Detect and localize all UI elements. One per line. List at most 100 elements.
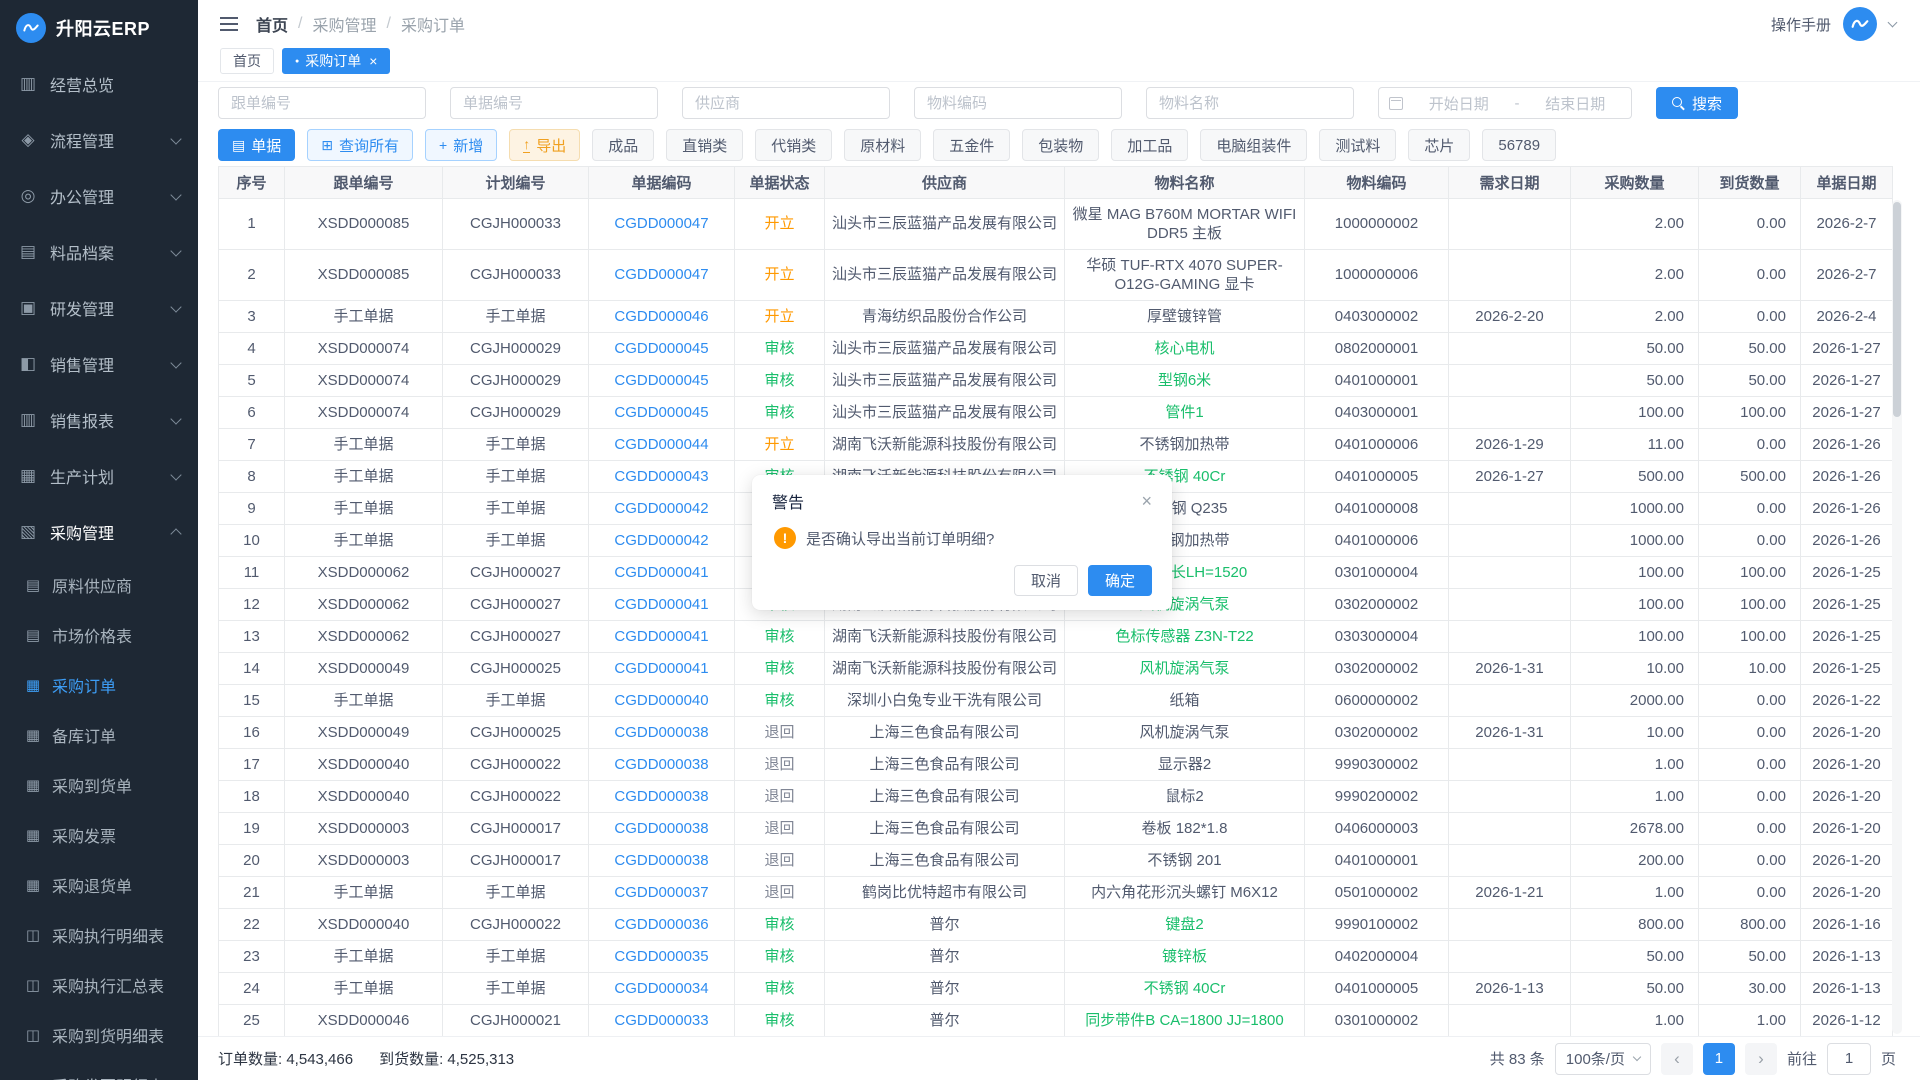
sidebar-subitem-purchase-invoice[interactable]: ▦采购发票: [0, 810, 198, 860]
doc-code-link[interactable]: CGDD000037: [589, 877, 735, 909]
table-row[interactable]: 21手工单据手工单据CGDD000037退回鹤岗比优特超市有限公司内六角花形沉头…: [219, 877, 1893, 909]
sidebar-item-sales-report[interactable]: ▥销售报表: [0, 392, 198, 448]
sidebar-item-materials[interactable]: ▤料品档案: [0, 224, 198, 280]
doc-code-link[interactable]: CGDD000045: [589, 397, 735, 429]
sidebar-subitem-purchase-orders[interactable]: ▦采购订单: [0, 660, 198, 710]
material-code-input[interactable]: [914, 87, 1122, 119]
breadcrumb-home[interactable]: 首页: [256, 12, 288, 36]
close-tab-icon[interactable]: ×: [369, 53, 377, 69]
category-tag[interactable]: 加工品: [1111, 129, 1188, 161]
doc-code-link[interactable]: CGDD000041: [589, 589, 735, 621]
table-row[interactable]: 13XSDD000062CGJH000027CGDD000041审核湖南飞沃新能…: [219, 621, 1893, 653]
doc-code-link[interactable]: CGDD000034: [589, 973, 735, 1005]
page-size-select[interactable]: 100条/页: [1555, 1043, 1651, 1075]
table-row[interactable]: 1XSDD000085CGJH000033CGDD000047开立汕头市三辰蓝猫…: [219, 199, 1893, 250]
query-all-button[interactable]: ⊞ 查询所有: [307, 129, 413, 161]
doc-code-link[interactable]: CGDD000038: [589, 717, 735, 749]
doc-code-link[interactable]: CGDD000043: [589, 461, 735, 493]
search-button[interactable]: 搜索: [1656, 87, 1738, 119]
doc-code-link[interactable]: CGDD000041: [589, 621, 735, 653]
table-scrollbar[interactable]: [1892, 200, 1902, 1034]
tab-home[interactable]: 首页: [220, 48, 274, 74]
cancel-button[interactable]: 取消: [1014, 565, 1078, 596]
sidebar-item-sales[interactable]: ◧销售管理: [0, 336, 198, 392]
sidebar-item-production[interactable]: ▦生产计划: [0, 448, 198, 504]
table-row[interactable]: 7手工单据手工单据CGDD000044开立湖南飞沃新能源科技股份有限公司不锈钢加…: [219, 429, 1893, 461]
table-row[interactable]: 22XSDD000040CGJH000022CGDD000036审核普尔键盘29…: [219, 909, 1893, 941]
table-row[interactable]: 25XSDD000046CGJH000021CGDD000033审核普尔同步带件…: [219, 1005, 1893, 1037]
table-row[interactable]: 18XSDD000040CGJH000022CGDD000038退回上海三色食品…: [219, 781, 1893, 813]
sidebar-subitem-exec-detail[interactable]: ◫采购执行明细表: [0, 910, 198, 960]
table-row[interactable]: 24手工单据手工单据CGDD000034审核普尔不锈钢 40Cr04010000…: [219, 973, 1893, 1005]
table-row[interactable]: 5XSDD000074CGJH000029CGDD000045审核汕头市三辰蓝猫…: [219, 365, 1893, 397]
table-row[interactable]: 19XSDD000003CGJH000017CGDD000038退回上海三色食品…: [219, 813, 1893, 845]
doc-code-link[interactable]: CGDD000033: [589, 1005, 735, 1037]
doc-code-link[interactable]: CGDD000040: [589, 685, 735, 717]
table-row[interactable]: 15手工单据手工单据CGDD000040审核深圳小白兔专业干洗有限公司纸箱060…: [219, 685, 1893, 717]
next-page-button[interactable]: ›: [1745, 1043, 1777, 1075]
track-no-input[interactable]: [218, 87, 426, 119]
goto-page-input[interactable]: [1827, 1043, 1871, 1075]
chevron-down-icon[interactable]: [1888, 17, 1898, 27]
supplier-input[interactable]: [682, 87, 890, 119]
category-tag[interactable]: 包装物: [1022, 129, 1099, 161]
doc-code-link[interactable]: CGDD000038: [589, 845, 735, 877]
material-name-input[interactable]: [1146, 87, 1354, 119]
avatar[interactable]: [1843, 7, 1877, 41]
current-page-button[interactable]: 1: [1703, 1043, 1735, 1075]
scrollbar-thumb[interactable]: [1893, 202, 1901, 417]
table-row[interactable]: 17XSDD000040CGJH000022CGDD000038退回上海三色食品…: [219, 749, 1893, 781]
table-row[interactable]: 4XSDD000074CGJH000029CGDD000045审核汕头市三辰蓝猫…: [219, 333, 1893, 365]
close-dialog-icon[interactable]: ×: [1141, 492, 1152, 510]
table-row[interactable]: 16XSDD000049CGJH000025CGDD000038退回上海三色食品…: [219, 717, 1893, 749]
doc-code-link[interactable]: CGDD000047: [589, 250, 735, 301]
doc-code-link[interactable]: CGDD000041: [589, 653, 735, 685]
breadcrumb-purchase-mgmt[interactable]: 采购管理: [312, 12, 376, 36]
table-row[interactable]: 3手工单据手工单据CGDD000046开立青海纺织品股份合作公司厚壁镀锌管040…: [219, 301, 1893, 333]
doc-code-link[interactable]: CGDD000044: [589, 429, 735, 461]
sidebar-subitem-exec-summary[interactable]: ◫采购执行汇总表: [0, 960, 198, 1010]
doc-code-link[interactable]: CGDD000041: [589, 557, 735, 589]
doc-code-link[interactable]: CGDD000038: [589, 813, 735, 845]
manual-link[interactable]: 操作手册: [1771, 14, 1831, 35]
sidebar-subitem-arrival-detail[interactable]: ◫采购到货明细表: [0, 1010, 198, 1060]
sidebar-item-office[interactable]: ◎办公管理: [0, 168, 198, 224]
sidebar-item-overview[interactable]: ▥经营总览: [0, 56, 198, 112]
category-tag[interactable]: 直销类: [666, 129, 743, 161]
tab-purchase-orders[interactable]: ● 采购订单 ×: [282, 48, 390, 74]
doc-code-link[interactable]: CGDD000045: [589, 333, 735, 365]
doc-code-link[interactable]: CGDD000038: [589, 781, 735, 813]
category-tag[interactable]: 成品: [592, 129, 654, 161]
doc-code-link[interactable]: CGDD000038: [589, 749, 735, 781]
sidebar-item-process[interactable]: ◈流程管理: [0, 112, 198, 168]
doc-code-link[interactable]: CGDD000036: [589, 909, 735, 941]
document-button[interactable]: ▤ 单据: [218, 129, 295, 161]
category-tag[interactable]: 代销类: [755, 129, 832, 161]
export-button[interactable]: ↑ 导出: [509, 129, 580, 161]
category-tag[interactable]: 芯片: [1408, 129, 1470, 161]
table-row[interactable]: 20XSDD000003CGJH000017CGDD000038退回上海三色食品…: [219, 845, 1893, 877]
table-row[interactable]: 6XSDD000074CGJH000029CGDD000045审核汕头市三辰蓝猫…: [219, 397, 1893, 429]
table-row[interactable]: 2XSDD000085CGJH000033CGDD000047开立汕头市三辰蓝猫…: [219, 250, 1893, 301]
doc-code-link[interactable]: CGDD000042: [589, 525, 735, 557]
sidebar-item-purchase[interactable]: ▧采购管理: [0, 504, 198, 560]
add-button[interactable]: + 新增: [425, 129, 497, 161]
table-row[interactable]: 23手工单据手工单据CGDD000035审核普尔镀锌板040200000450.…: [219, 941, 1893, 973]
table-row[interactable]: 14XSDD000049CGJH000025CGDD000041审核湖南飞沃新能…: [219, 653, 1893, 685]
date-range-picker[interactable]: 开始日期 - 结束日期: [1378, 87, 1632, 119]
doc-code-link[interactable]: CGDD000047: [589, 199, 735, 250]
confirm-button[interactable]: 确定: [1088, 565, 1152, 596]
sidebar-subitem-purchase-return[interactable]: ▦采购退货单: [0, 860, 198, 910]
category-tag[interactable]: 电脑组装件: [1200, 129, 1307, 161]
category-tag[interactable]: 五金件: [933, 129, 1010, 161]
sidebar-subitem-purchase-arrival[interactable]: ▦采购到货单: [0, 760, 198, 810]
category-tag[interactable]: 56789: [1482, 129, 1556, 161]
sidebar-item-rd[interactable]: ▣研发管理: [0, 280, 198, 336]
doc-no-input[interactable]: [450, 87, 658, 119]
doc-code-link[interactable]: CGDD000046: [589, 301, 735, 333]
sidebar-subitem-stock-orders[interactable]: ▦备库订单: [0, 710, 198, 760]
doc-code-link[interactable]: CGDD000042: [589, 493, 735, 525]
category-tag[interactable]: 原材料: [844, 129, 921, 161]
collapse-sidebar-button[interactable]: [220, 14, 238, 34]
sidebar-subitem-invoice-detail[interactable]: ◫采购发票明细表: [0, 1060, 198, 1080]
